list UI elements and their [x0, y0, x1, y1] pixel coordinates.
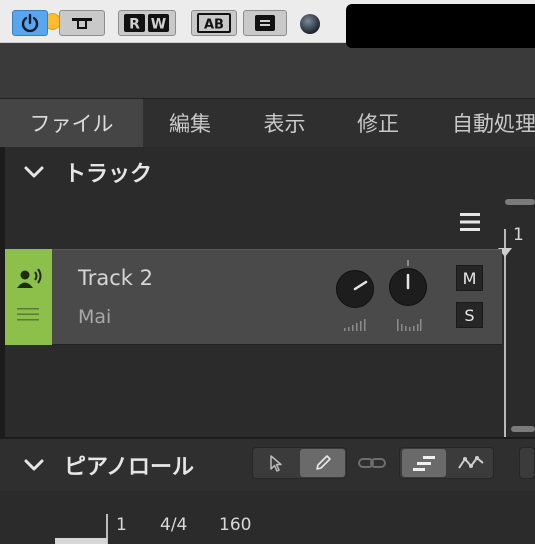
- curve-icon: [458, 456, 484, 469]
- track-singer-name[interactable]: Mai: [78, 306, 111, 328]
- track-row[interactable]: [5, 249, 502, 345]
- select-tool-button[interactable]: [256, 447, 296, 479]
- ab-button[interactable]: AB: [191, 10, 237, 36]
- link-tool-button[interactable]: [354, 447, 390, 479]
- minus-box-icon: [255, 15, 275, 31]
- menu-item-automation[interactable]: 自動処理: [424, 99, 535, 147]
- menu-toggle-button[interactable]: [243, 10, 287, 36]
- extra-tool-group[interactable]: [519, 447, 535, 479]
- menu-item-modify[interactable]: 修正: [332, 99, 424, 147]
- pitch-curve-button[interactable]: [450, 447, 492, 479]
- time-signature[interactable]: 4/4: [160, 515, 187, 535]
- pan-center-tick: [407, 260, 409, 266]
- note-view-button[interactable]: [402, 449, 446, 477]
- track-drag-handle-icon[interactable]: [17, 306, 39, 322]
- power-icon: [21, 13, 39, 33]
- loop-button[interactable]: [59, 10, 105, 36]
- volume-knob[interactable]: [336, 270, 374, 308]
- tracks-section-title: トラック: [64, 162, 153, 187]
- svg-text:W: W: [151, 17, 166, 33]
- menu-item-view[interactable]: 表示: [237, 99, 332, 147]
- mute-button[interactable]: M: [456, 265, 483, 291]
- svg-text:R: R: [129, 17, 140, 33]
- svg-text:AB: AB: [204, 18, 224, 33]
- rw-button[interactable]: R W: [118, 10, 176, 36]
- ruler-bar-number: 1: [116, 515, 127, 535]
- playhead[interactable]: [504, 229, 506, 437]
- volume-meter-icon: [343, 316, 367, 331]
- piano-key-strip: [55, 538, 107, 544]
- lcd-display: [346, 4, 535, 48]
- piano-roll-title: ピアノロール: [64, 455, 195, 480]
- toolbar: [0, 43, 535, 99]
- collapse-piano-roll-chevron-icon[interactable]: [22, 453, 46, 477]
- ab-icon: AB: [197, 13, 231, 33]
- link-icon: [358, 458, 386, 468]
- pencil-icon: [315, 455, 331, 470]
- piano-roll-ruler: [0, 491, 535, 544]
- timeline-ruler-bar-number: 1: [513, 225, 524, 245]
- menu-item-edit[interactable]: 編集: [143, 99, 237, 147]
- power-button[interactable]: [12, 10, 48, 36]
- arrow-cursor-icon: [270, 455, 282, 472]
- pencil-tool-button[interactable]: [300, 449, 345, 477]
- track-list-menu-icon[interactable]: [459, 211, 481, 233]
- track-voice-icon: [16, 267, 44, 291]
- menu-bar: ファイル 編集 表示 修正 自動処理: [0, 99, 535, 147]
- track-name[interactable]: Track 2: [78, 266, 153, 290]
- tempo[interactable]: 160: [219, 515, 251, 535]
- timeline-bottom-scrollbar[interactable]: [511, 426, 535, 432]
- menu-item-file[interactable]: ファイル: [0, 99, 143, 147]
- timeline-top-scrollbar[interactable]: [505, 199, 535, 205]
- notes-icon: [413, 456, 435, 471]
- collapse-tracks-chevron-icon[interactable]: [22, 160, 46, 184]
- pan-knob[interactable]: [389, 268, 427, 306]
- pan-meter-icon: [396, 316, 422, 331]
- solo-button[interactable]: S: [456, 302, 483, 328]
- rw-icon: R W: [124, 14, 169, 33]
- track-color-strip[interactable]: [5, 249, 52, 345]
- loop-icon: [72, 18, 92, 29]
- settings-knob[interactable]: [300, 14, 320, 34]
